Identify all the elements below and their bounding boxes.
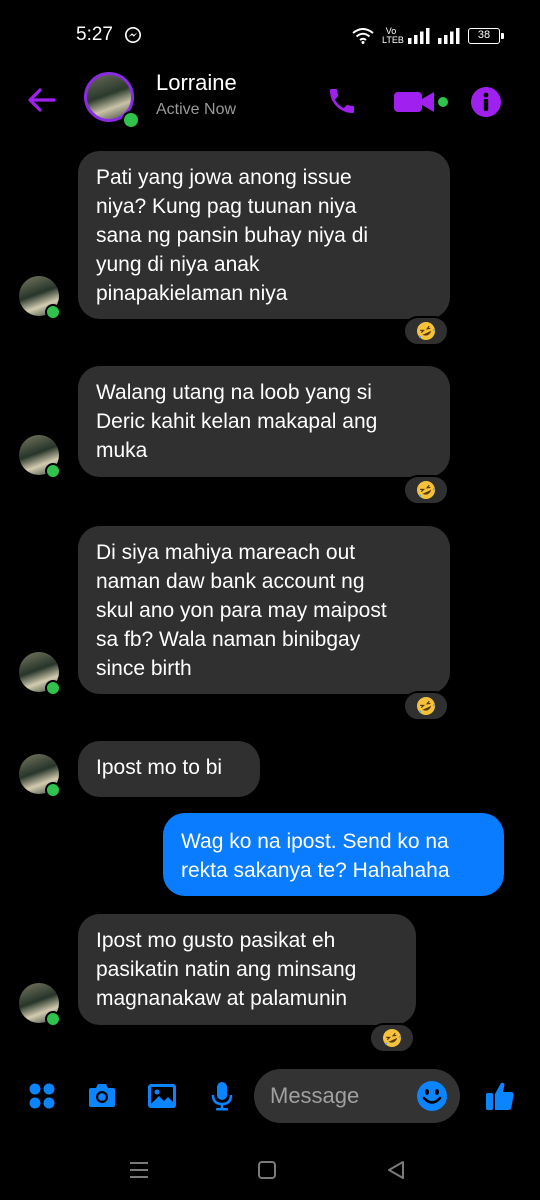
laughing-emoji-icon — [417, 322, 436, 340]
back-triangle-icon[interactable] — [384, 1158, 408, 1182]
message-line: naman daw bank account ng — [96, 570, 365, 593]
online-status-dot — [122, 111, 140, 129]
outgoing-message-bubble[interactable]: Wag ko na ipost. Send ko na rekta sakany… — [163, 813, 504, 896]
online-status-dot — [45, 1011, 61, 1027]
online-status-dot — [45, 782, 61, 798]
status-icons: Vo LTEB 38 — [352, 25, 504, 47]
online-status-dot — [45, 304, 61, 320]
back-arrow-icon[interactable] — [24, 82, 60, 118]
contact-name[interactable]: Lorraine — [156, 70, 237, 96]
contact-active-status: Active Now — [156, 101, 237, 118]
smiley-icon[interactable] — [416, 1080, 448, 1112]
image-icon[interactable] — [146, 1080, 178, 1112]
reaction-badge[interactable] — [369, 1023, 415, 1053]
laughing-emoji-icon — [417, 697, 436, 715]
message-line: yung di niya anak — [96, 253, 260, 276]
microphone-icon[interactable] — [206, 1080, 238, 1112]
message-line: muka — [96, 439, 148, 462]
status-time: 5:27 — [76, 24, 113, 45]
message-line: rekta sakanya te? Hahahaha — [181, 859, 450, 882]
message-line: Wag ko na ipost. Send ko na — [181, 830, 449, 853]
message-line: Ipost mo gusto pasikat eh — [96, 929, 336, 952]
system-navigation-bar — [0, 1140, 540, 1200]
message-line: magnanakaw at palamunin — [96, 987, 347, 1010]
volte-indicator: Vo LTEB — [382, 27, 404, 45]
status-bar: 5:27 Vo LTEB 38 — [0, 0, 540, 70]
battery-indicator: 38 — [468, 28, 504, 44]
laughing-emoji-icon — [417, 481, 436, 499]
phone-icon[interactable] — [326, 85, 358, 117]
online-status-dot — [45, 463, 61, 479]
signal-strength-icon — [438, 28, 460, 44]
message-line: sana ng pansin buhay niya di — [96, 224, 369, 247]
message-line: pasikatin natin ang minsang — [96, 958, 357, 981]
wifi-icon — [352, 28, 374, 44]
message-line: Di siya mahiya mareach out — [96, 541, 356, 564]
reaction-badge[interactable] — [403, 691, 449, 721]
thumbs-up-icon[interactable] — [484, 1080, 516, 1112]
signal-strength-icon — [408, 28, 430, 44]
message-line: since birth — [96, 657, 192, 680]
message-line: Ipost mo to bi — [96, 756, 223, 779]
incoming-message-bubble[interactable]: Ipost mo to bi — [78, 741, 260, 797]
video-online-dot — [438, 97, 448, 107]
messenger-notification-icon — [124, 26, 142, 44]
reaction-badge[interactable] — [403, 316, 449, 346]
video-camera-icon[interactable] — [394, 90, 436, 114]
chat-header: Lorraine Active Now — [0, 70, 540, 132]
home-icon[interactable] — [255, 1158, 279, 1182]
info-icon[interactable] — [470, 86, 502, 118]
message-composer — [0, 1066, 540, 1126]
incoming-message-bubble[interactable]: Ipost mo gusto pasikat eh pasikatin nati… — [78, 914, 416, 1025]
incoming-message-bubble[interactable]: Walang utang na loob yang si Deric kahit… — [78, 366, 450, 477]
recent-apps-icon[interactable] — [127, 1158, 151, 1182]
four-dots-icon[interactable] — [26, 1080, 58, 1112]
incoming-message-bubble[interactable]: Di siya mahiya mareach out naman daw ban… — [78, 526, 450, 694]
incoming-message-bubble[interactable]: Pati yang jowa anong issue niya? Kung pa… — [78, 151, 450, 319]
reaction-badge[interactable] — [403, 475, 449, 505]
message-line: pinapakielaman niya — [96, 282, 288, 305]
online-status-dot — [45, 680, 61, 696]
message-line: Walang utang na loob yang si — [96, 381, 372, 404]
message-line: niya? Kung pag tuunan niya — [96, 195, 357, 218]
message-line: sa fb? Wala naman binibgay — [96, 628, 361, 651]
message-line: skul ano yon para may maipost — [96, 599, 387, 622]
message-line: Pati yang jowa anong issue — [96, 166, 352, 189]
laughing-emoji-icon — [383, 1029, 402, 1047]
message-line: Deric kahit kelan makapal ang — [96, 410, 378, 433]
camera-icon[interactable] — [86, 1080, 118, 1112]
volte-bottom-label: LTEB — [382, 35, 404, 45]
